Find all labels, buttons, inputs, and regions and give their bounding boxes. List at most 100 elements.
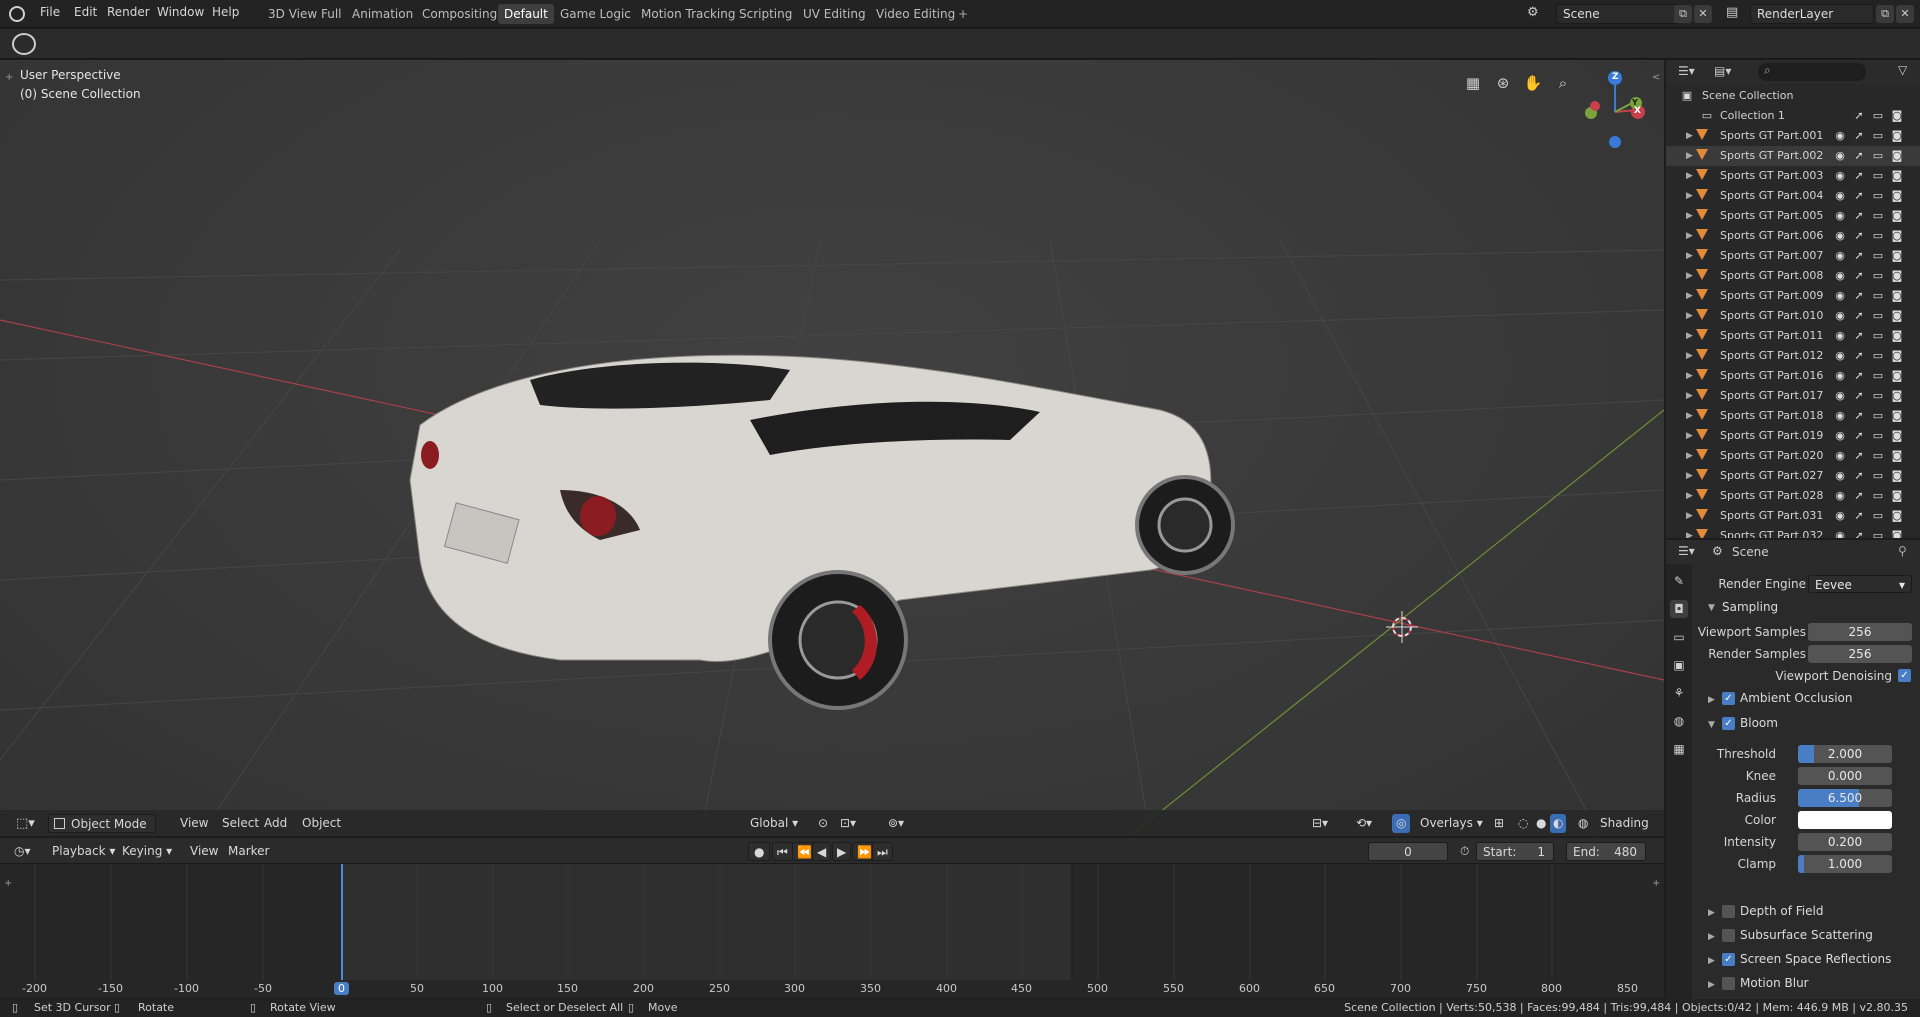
outliner-object-row[interactable]: ▶ Sports GT Part.032 ◉ ➚ ▭ ◙ <box>1666 526 1920 538</box>
menu-edit[interactable]: Edit <box>74 5 97 19</box>
bloom-title[interactable]: Bloom <box>1740 716 1778 730</box>
motion-blur-title[interactable]: Motion Blur <box>1740 976 1809 990</box>
pin-icon[interactable]: ⚲ <box>1898 544 1907 558</box>
select-arrow-icon[interactable]: ➚ <box>1852 509 1866 523</box>
expand-arrow-icon[interactable]: ▶ <box>1686 291 1693 301</box>
menu-view[interactable]: View <box>174 814 214 833</box>
motion-blur-expand-icon[interactable]: ▶ <box>1708 980 1715 990</box>
outliner-object-row[interactable]: ▶ Sports GT Part.004 ◉ ➚ ▭ ◙ <box>1666 186 1920 206</box>
expand-arrow-icon[interactable]: ▶ <box>1686 271 1693 281</box>
add-workspace-icon[interactable]: + <box>952 4 974 24</box>
world-tab-icon[interactable]: ◍ <box>1670 712 1688 730</box>
record-button[interactable]: ● <box>748 842 771 861</box>
expand-arrow-icon[interactable]: ▶ <box>1686 371 1693 381</box>
render-camera-icon[interactable]: ◙ <box>1890 449 1904 463</box>
expand-arrow-icon[interactable]: ▶ <box>1686 531 1693 538</box>
timeline-ruler[interactable]: -200 -150 -100 -50 0 50 100 150 200 250 … <box>0 980 1664 998</box>
menu-help[interactable]: Help <box>212 5 239 19</box>
delete-scene-icon[interactable]: ✕ <box>1694 5 1712 23</box>
keying-dropdown[interactable]: Keying ▾ <box>116 842 178 861</box>
view-layer-tab-icon[interactable]: ▣ <box>1670 656 1688 674</box>
outliner-object-row[interactable]: ▶ Sports GT Part.002 ◉ ➚ ▭ ◙ <box>1666 146 1920 166</box>
expand-arrow-icon[interactable]: ▶ <box>1686 211 1693 221</box>
render-camera-icon[interactable]: ◙ <box>1890 489 1904 503</box>
viewport-monitor-icon[interactable]: ▭ <box>1871 149 1885 163</box>
timeline-area[interactable]: + + <box>0 864 1664 980</box>
outliner-object-row[interactable]: ▶ Sports GT Part.006 ◉ ➚ ▭ ◙ <box>1666 226 1920 246</box>
render-camera-icon[interactable]: ◙ <box>1890 429 1904 443</box>
subsurface-scattering-title[interactable]: Subsurface Scattering <box>1740 928 1873 942</box>
menu-render[interactable]: Render <box>107 5 150 19</box>
outliner-object-row[interactable]: ▶ Sports GT Part.008 ◉ ➚ ▭ ◙ <box>1666 266 1920 286</box>
sidebar-toggle-icon[interactable]: < <box>1652 72 1660 83</box>
viewport-monitor-icon[interactable]: ▭ <box>1871 449 1885 463</box>
clamp-field[interactable]: 1.000 <box>1798 855 1892 873</box>
visibility-eye-icon[interactable]: ◉ <box>1833 329 1847 343</box>
outliner-object-row[interactable]: ▶ Sports GT Part.017 ◉ ➚ ▭ ◙ <box>1666 386 1920 406</box>
render-camera-icon[interactable]: ◙ <box>1890 249 1904 263</box>
outliner-object-row[interactable]: ▶ Sports GT Part.028 ◉ ➚ ▭ ◙ <box>1666 486 1920 506</box>
3d-viewport[interactable]: Z X Y User Perspective (0) Scene Collect… <box>0 60 1664 836</box>
snap-target-icon[interactable]: ⊡▾ <box>834 814 862 833</box>
outliner-object-row[interactable]: ▶ Sports GT Part.005 ◉ ➚ ▭ ◙ <box>1666 206 1920 226</box>
render-camera-icon[interactable]: ◙ <box>1890 529 1904 538</box>
pan-hand-icon[interactable]: ✋ <box>1522 72 1544 94</box>
menu-add[interactable]: Add <box>258 814 293 833</box>
render-camera-icon[interactable]: ◙ <box>1890 369 1904 383</box>
ruler-current-frame[interactable]: 0 <box>334 982 349 995</box>
depth-of-field-title[interactable]: Depth of Field <box>1740 904 1823 918</box>
render-camera-icon[interactable]: ◙ <box>1890 389 1904 403</box>
rendered-shading-icon[interactable]: ◍ <box>1572 814 1594 833</box>
visibility-eye-icon[interactable]: ◉ <box>1833 489 1847 503</box>
render-camera-icon[interactable]: ◙ <box>1890 209 1904 223</box>
tab-3d-view-full[interactable]: 3D View Full <box>262 4 348 24</box>
render-camera-icon[interactable]: ◙ <box>1890 229 1904 243</box>
3d-cursor[interactable] <box>1386 611 1418 643</box>
new-renderlayer-icon[interactable]: ⧉ <box>1876 5 1894 23</box>
viewport-monitor-icon[interactable]: ▭ <box>1871 269 1885 283</box>
outliner-object-row[interactable]: ▶ Sports GT Part.012 ◉ ➚ ▭ ◙ <box>1666 346 1920 366</box>
renderlayer-icon[interactable]: ▤ <box>1726 5 1738 20</box>
delete-renderlayer-icon[interactable]: ✕ <box>1896 5 1914 23</box>
outliner-object-row[interactable]: ▶ Sports GT Part.027 ◉ ➚ ▭ ◙ <box>1666 466 1920 486</box>
visibility-eye-icon[interactable]: ◉ <box>1833 369 1847 383</box>
display-mode-icon[interactable]: ▤▾ <box>1714 64 1731 78</box>
playback-dropdown[interactable]: Playback ▾ <box>46 842 121 861</box>
material-shading-icon[interactable]: ◐ <box>1550 814 1567 833</box>
render-camera-icon[interactable]: ◙ <box>1890 109 1904 123</box>
overlays-dropdown[interactable]: Overlays ▾ <box>1414 814 1489 833</box>
threshold-field[interactable]: 2.000 <box>1798 745 1892 763</box>
editor-type-icon[interactable]: ⬚▾ <box>10 814 41 833</box>
menu-file[interactable]: File <box>40 5 60 19</box>
expand-arrow-icon[interactable]: ▶ <box>1686 431 1693 441</box>
render-camera-icon[interactable]: ◙ <box>1890 189 1904 203</box>
timeline-editor-icon[interactable]: ◷▾ <box>8 842 37 861</box>
timeline-sidebar-toggle-icon[interactable]: + <box>1652 878 1660 889</box>
scene-tab-icon[interactable]: ⚘ <box>1670 684 1688 702</box>
outliner-search-input[interactable] <box>1758 63 1866 81</box>
snap-icon[interactable]: ⊙ <box>812 814 834 833</box>
viewport-monitor-icon[interactable]: ▭ <box>1871 529 1885 538</box>
select-arrow-icon[interactable]: ➚ <box>1852 109 1866 123</box>
tab-scripting[interactable]: Scripting <box>733 4 798 24</box>
blender-logo-icon[interactable] <box>9 6 25 22</box>
overlays-toggle-icon[interactable]: ◎ <box>1392 814 1411 833</box>
render-samples-field[interactable]: 256 <box>1808 645 1912 663</box>
expand-arrow-icon[interactable]: ▶ <box>1686 471 1693 481</box>
ssr-checkbox[interactable]: ✓ <box>1722 953 1735 966</box>
transform-orientation-dropdown[interactable]: Global ▾ <box>730 814 804 833</box>
texture-tab-icon[interactable]: ▦ <box>1670 740 1688 758</box>
dof-checkbox[interactable] <box>1722 905 1735 918</box>
select-arrow-icon[interactable]: ➚ <box>1852 169 1866 183</box>
visibility-eye-icon[interactable]: ◉ <box>1833 209 1847 223</box>
end-frame-field[interactable]: End: 480 <box>1566 842 1646 861</box>
render-camera-icon[interactable]: ◙ <box>1890 469 1904 483</box>
jump-end-button[interactable]: ⏭ <box>872 842 893 861</box>
tab-animation[interactable]: Animation <box>346 4 419 24</box>
visibility-eye-icon[interactable]: ◉ <box>1833 429 1847 443</box>
viewport-denoising-checkbox[interactable]: ✓ <box>1898 669 1911 682</box>
outliner-collection-1[interactable]: ▭ Collection 1 ➚ ▭ ◙ <box>1666 106 1920 126</box>
viewport-monitor-icon[interactable]: ▭ <box>1871 229 1885 243</box>
viewport-monitor-icon[interactable]: ▭ <box>1871 189 1885 203</box>
bloom-expand-icon[interactable]: ▼ <box>1708 720 1715 730</box>
